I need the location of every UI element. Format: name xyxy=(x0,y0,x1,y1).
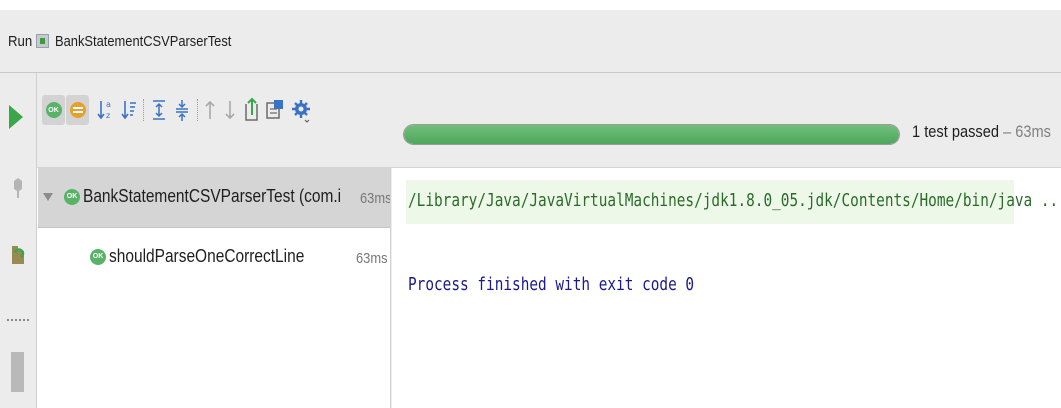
sort-alphabetically-icon[interactable]: a z xyxy=(97,95,113,125)
settings-gear-icon[interactable] xyxy=(291,95,311,125)
left-action-bar xyxy=(0,73,37,408)
show-ignored-toggle[interactable] xyxy=(66,95,89,125)
test-runner-toolbar: OK a z xyxy=(37,73,1061,168)
svg-text:a: a xyxy=(106,100,111,109)
status-text: 1 test passed xyxy=(912,122,999,141)
test-duration: 63ms xyxy=(356,250,388,267)
more-actions-icon[interactable] xyxy=(7,319,29,323)
console-command-line[interactable]: /Library/Java/JavaVirtualMachines/jdk1.8… xyxy=(408,190,1061,211)
console-finish-line: Process finished with exit code 0 xyxy=(408,274,695,295)
tree-row-suite[interactable]: OK BankStatementCSVParserTest (com.i xyxy=(38,186,383,207)
svg-text:z: z xyxy=(106,111,110,120)
expand-arrow-icon[interactable] xyxy=(43,192,53,201)
test-progress-bar xyxy=(403,124,900,145)
rerun-failed-icon[interactable] xyxy=(9,243,27,267)
test-results-tree: OK BankStatementCSVParserTest (com.i 63m… xyxy=(38,168,392,408)
ignored-icon xyxy=(69,102,86,118)
run-label: Run xyxy=(8,32,33,50)
expand-all-icon[interactable] xyxy=(151,95,167,125)
status-separator: – xyxy=(998,122,1016,141)
show-passed-toggle[interactable]: OK xyxy=(42,95,65,125)
previous-failed-test-icon[interactable] xyxy=(203,95,217,125)
test-config-icon xyxy=(35,34,49,48)
suite-label: BankStatementCSVParserTest (com.i xyxy=(83,186,342,206)
run-config-tab[interactable]: BankStatementCSVParserTest xyxy=(55,33,231,50)
passed-ok-icon: OK xyxy=(45,102,62,118)
test-status: 1 test passed – 63ms xyxy=(912,122,1051,142)
rerun-play-icon[interactable] xyxy=(9,105,23,129)
passed-ok-icon: OK xyxy=(64,188,80,205)
export-test-results-icon[interactable] xyxy=(243,95,261,125)
import-test-results-icon[interactable] xyxy=(265,95,285,125)
console-output: /Library/Java/JavaVirtualMachines/jdk1.8… xyxy=(392,168,1061,408)
sort-by-duration-icon[interactable] xyxy=(121,95,137,125)
run-tool-window-header: Run BankStatementCSVParserTest xyxy=(0,10,1061,73)
passed-ok-icon: OK xyxy=(90,248,106,265)
tree-row-test[interactable]: OK shouldParseOneCorrectLine xyxy=(90,246,336,267)
collapse-all-icon[interactable] xyxy=(174,95,190,125)
pin-tab-icon[interactable] xyxy=(11,352,24,392)
next-failed-test-icon[interactable] xyxy=(223,95,237,125)
toolbar-separator xyxy=(197,99,199,121)
status-duration: 63ms xyxy=(1015,122,1051,141)
progress-fill xyxy=(404,125,899,144)
stop-icon[interactable] xyxy=(10,177,26,199)
test-label: shouldParseOneCorrectLine xyxy=(109,246,305,266)
top-margin xyxy=(0,0,1061,10)
suite-duration: 63ms xyxy=(360,190,392,207)
toolbar-separator xyxy=(143,99,145,121)
